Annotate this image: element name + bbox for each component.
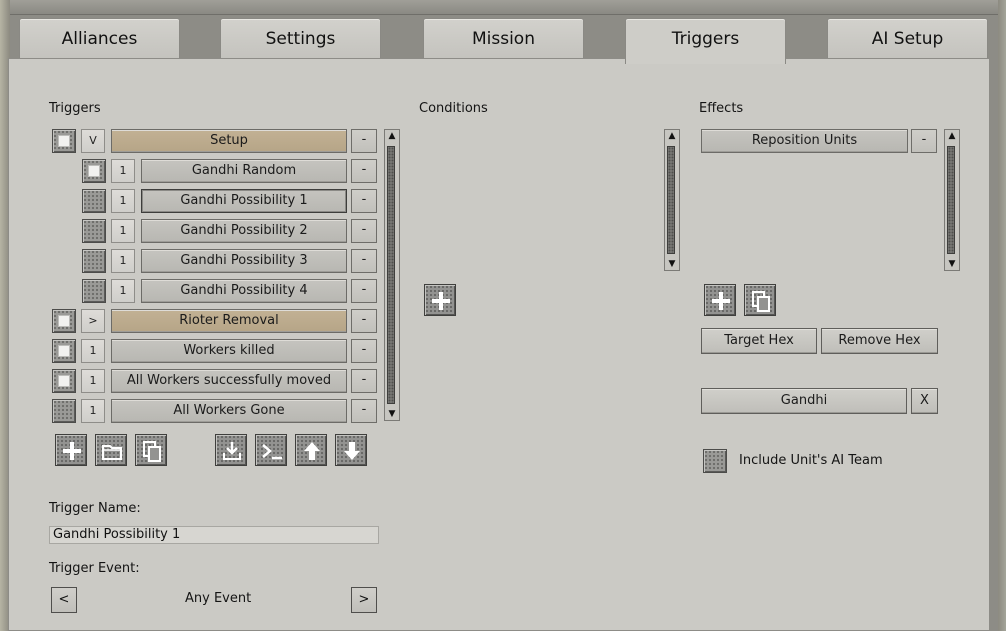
- arrow-down-icon: [344, 442, 360, 460]
- trigger-enable-checkbox[interactable]: [82, 159, 106, 183]
- add-folder-button[interactable]: [95, 434, 127, 466]
- trigger-enable-checkbox[interactable]: [82, 279, 106, 303]
- add-condition-button[interactable]: [424, 284, 456, 316]
- clear-unit-button[interactable]: X: [911, 388, 938, 414]
- remove-hex-button[interactable]: Remove Hex: [821, 328, 938, 354]
- scroll-thumb[interactable]: [667, 146, 675, 254]
- scroll-down-icon[interactable]: ▼: [945, 258, 959, 270]
- trigger-enable-checkbox[interactable]: [52, 369, 76, 393]
- trigger-enable-checkbox[interactable]: [52, 339, 76, 363]
- trigger-repeat-toggle[interactable]: 1: [111, 249, 135, 273]
- trigger-item-gandhi-random[interactable]: Gandhi Random: [141, 159, 347, 183]
- conditions-scrollbar[interactable]: ▲ ▼: [664, 129, 680, 271]
- folder-icon: [102, 445, 122, 460]
- trigger-event-label: Trigger Event:: [49, 561, 140, 576]
- trigger-item-gandhi-possibility-2[interactable]: Gandhi Possibility 2: [141, 219, 347, 243]
- tab-ai-setup[interactable]: AI Setup: [827, 18, 988, 58]
- move-up-button[interactable]: [295, 434, 327, 466]
- triggers-panel: Triggers V Setup -1 Gandhi Random -1 Gandhi P…: [8, 58, 990, 631]
- trigger-item-all-workers-gone[interactable]: All Workers Gone: [111, 399, 347, 423]
- trigger-repeat-toggle[interactable]: 1: [111, 159, 135, 183]
- trigger-item-all-workers-successfully-moved[interactable]: All Workers successfully moved: [111, 369, 347, 393]
- import-icon: [223, 442, 241, 460]
- effects-scrollbar[interactable]: ▲ ▼: [944, 129, 960, 271]
- console-icon: [262, 444, 282, 460]
- trigger-item-gandhi-possibility-1[interactable]: Gandhi Possibility 1: [141, 189, 347, 213]
- add-trigger-button[interactable]: [55, 434, 87, 466]
- window-right-frame: [998, 0, 1006, 631]
- scroll-down-icon[interactable]: ▼: [385, 408, 399, 420]
- tab-mission[interactable]: Mission: [423, 18, 584, 58]
- remove-trigger-button[interactable]: -: [351, 399, 377, 423]
- trigger-repeat-toggle[interactable]: 1: [111, 219, 135, 243]
- move-down-button[interactable]: [335, 434, 367, 466]
- trigger-name-input[interactable]: Gandhi Possibility 1: [49, 526, 379, 544]
- copy-effect-button[interactable]: [744, 284, 776, 316]
- tab-alliances[interactable]: Alliances: [19, 18, 180, 58]
- scroll-up-icon[interactable]: ▲: [385, 130, 399, 142]
- tab-triggers[interactable]: Triggers: [625, 18, 786, 64]
- add-effect-button[interactable]: [704, 284, 736, 316]
- plus-icon: [432, 292, 450, 310]
- trigger-event-value: Any Event: [185, 591, 252, 606]
- trigger-enable-checkbox[interactable]: [82, 219, 106, 243]
- trigger-repeat-toggle[interactable]: V: [81, 129, 105, 153]
- event-prev-button[interactable]: <: [51, 587, 77, 613]
- include-ai-team-checkbox[interactable]: [703, 449, 727, 473]
- effect-item-reposition-units[interactable]: Reposition Units: [701, 129, 908, 153]
- trigger-list-scrollbar[interactable]: ▲ ▼: [384, 129, 400, 421]
- trigger-repeat-toggle[interactable]: 1: [111, 189, 135, 213]
- trigger-repeat-toggle[interactable]: 1: [111, 279, 135, 303]
- console-button[interactable]: [255, 434, 287, 466]
- scroll-down-icon[interactable]: ▼: [665, 258, 679, 270]
- trigger-name-label: Trigger Name:: [49, 501, 141, 516]
- remove-trigger-button[interactable]: -: [351, 339, 377, 363]
- trigger-repeat-toggle[interactable]: 1: [81, 339, 105, 363]
- trigger-enable-checkbox[interactable]: [52, 129, 76, 153]
- trigger-item-rioter-removal[interactable]: Rioter Removal: [111, 309, 347, 333]
- tab-settings[interactable]: Settings: [220, 18, 381, 58]
- import-trigger-button[interactable]: [215, 434, 247, 466]
- copy-trigger-button[interactable]: [135, 434, 167, 466]
- effects-heading: Effects: [699, 101, 744, 116]
- target-hex-button[interactable]: Target Hex: [701, 328, 817, 354]
- remove-trigger-button[interactable]: -: [351, 309, 377, 333]
- trigger-item-gandhi-possibility-4[interactable]: Gandhi Possibility 4: [141, 279, 347, 303]
- include-ai-team-label: Include Unit's AI Team: [739, 453, 883, 468]
- scroll-up-icon[interactable]: ▲: [945, 130, 959, 142]
- trigger-enable-checkbox[interactable]: [52, 309, 76, 333]
- trigger-item-gandhi-possibility-3[interactable]: Gandhi Possibility 3: [141, 249, 347, 273]
- remove-trigger-button[interactable]: -: [351, 189, 377, 213]
- trigger-item-setup[interactable]: Setup: [111, 129, 347, 153]
- trigger-item-workers-killed[interactable]: Workers killed: [111, 339, 347, 363]
- remove-trigger-button[interactable]: -: [351, 249, 377, 273]
- scroll-up-icon[interactable]: ▲: [665, 130, 679, 142]
- arrow-up-icon: [304, 442, 320, 460]
- remove-effect-button[interactable]: -: [911, 129, 937, 153]
- remove-trigger-button[interactable]: -: [351, 159, 377, 183]
- trigger-enable-checkbox[interactable]: [82, 249, 106, 273]
- remove-trigger-button[interactable]: -: [351, 279, 377, 303]
- unit-select-button[interactable]: Gandhi: [701, 388, 907, 414]
- scroll-thumb[interactable]: [947, 146, 955, 254]
- conditions-heading: Conditions: [419, 101, 488, 116]
- trigger-enable-checkbox[interactable]: [82, 189, 106, 213]
- remove-trigger-button[interactable]: -: [351, 219, 377, 243]
- trigger-repeat-toggle[interactable]: 1: [81, 369, 105, 393]
- plus-icon: [63, 442, 81, 460]
- copy-icon: [143, 441, 161, 462]
- trigger-enable-checkbox[interactable]: [52, 399, 76, 423]
- window-top-frame: [0, 0, 1006, 15]
- trigger-repeat-toggle[interactable]: 1: [81, 399, 105, 423]
- remove-trigger-button[interactable]: -: [351, 369, 377, 393]
- scroll-thumb[interactable]: [387, 146, 395, 404]
- trigger-repeat-toggle[interactable]: >: [81, 309, 105, 333]
- plus-icon: [712, 292, 730, 310]
- event-next-button[interactable]: >: [351, 587, 377, 613]
- triggers-heading: Triggers: [49, 101, 101, 116]
- copy-icon: [752, 291, 770, 312]
- remove-trigger-button[interactable]: -: [351, 129, 377, 153]
